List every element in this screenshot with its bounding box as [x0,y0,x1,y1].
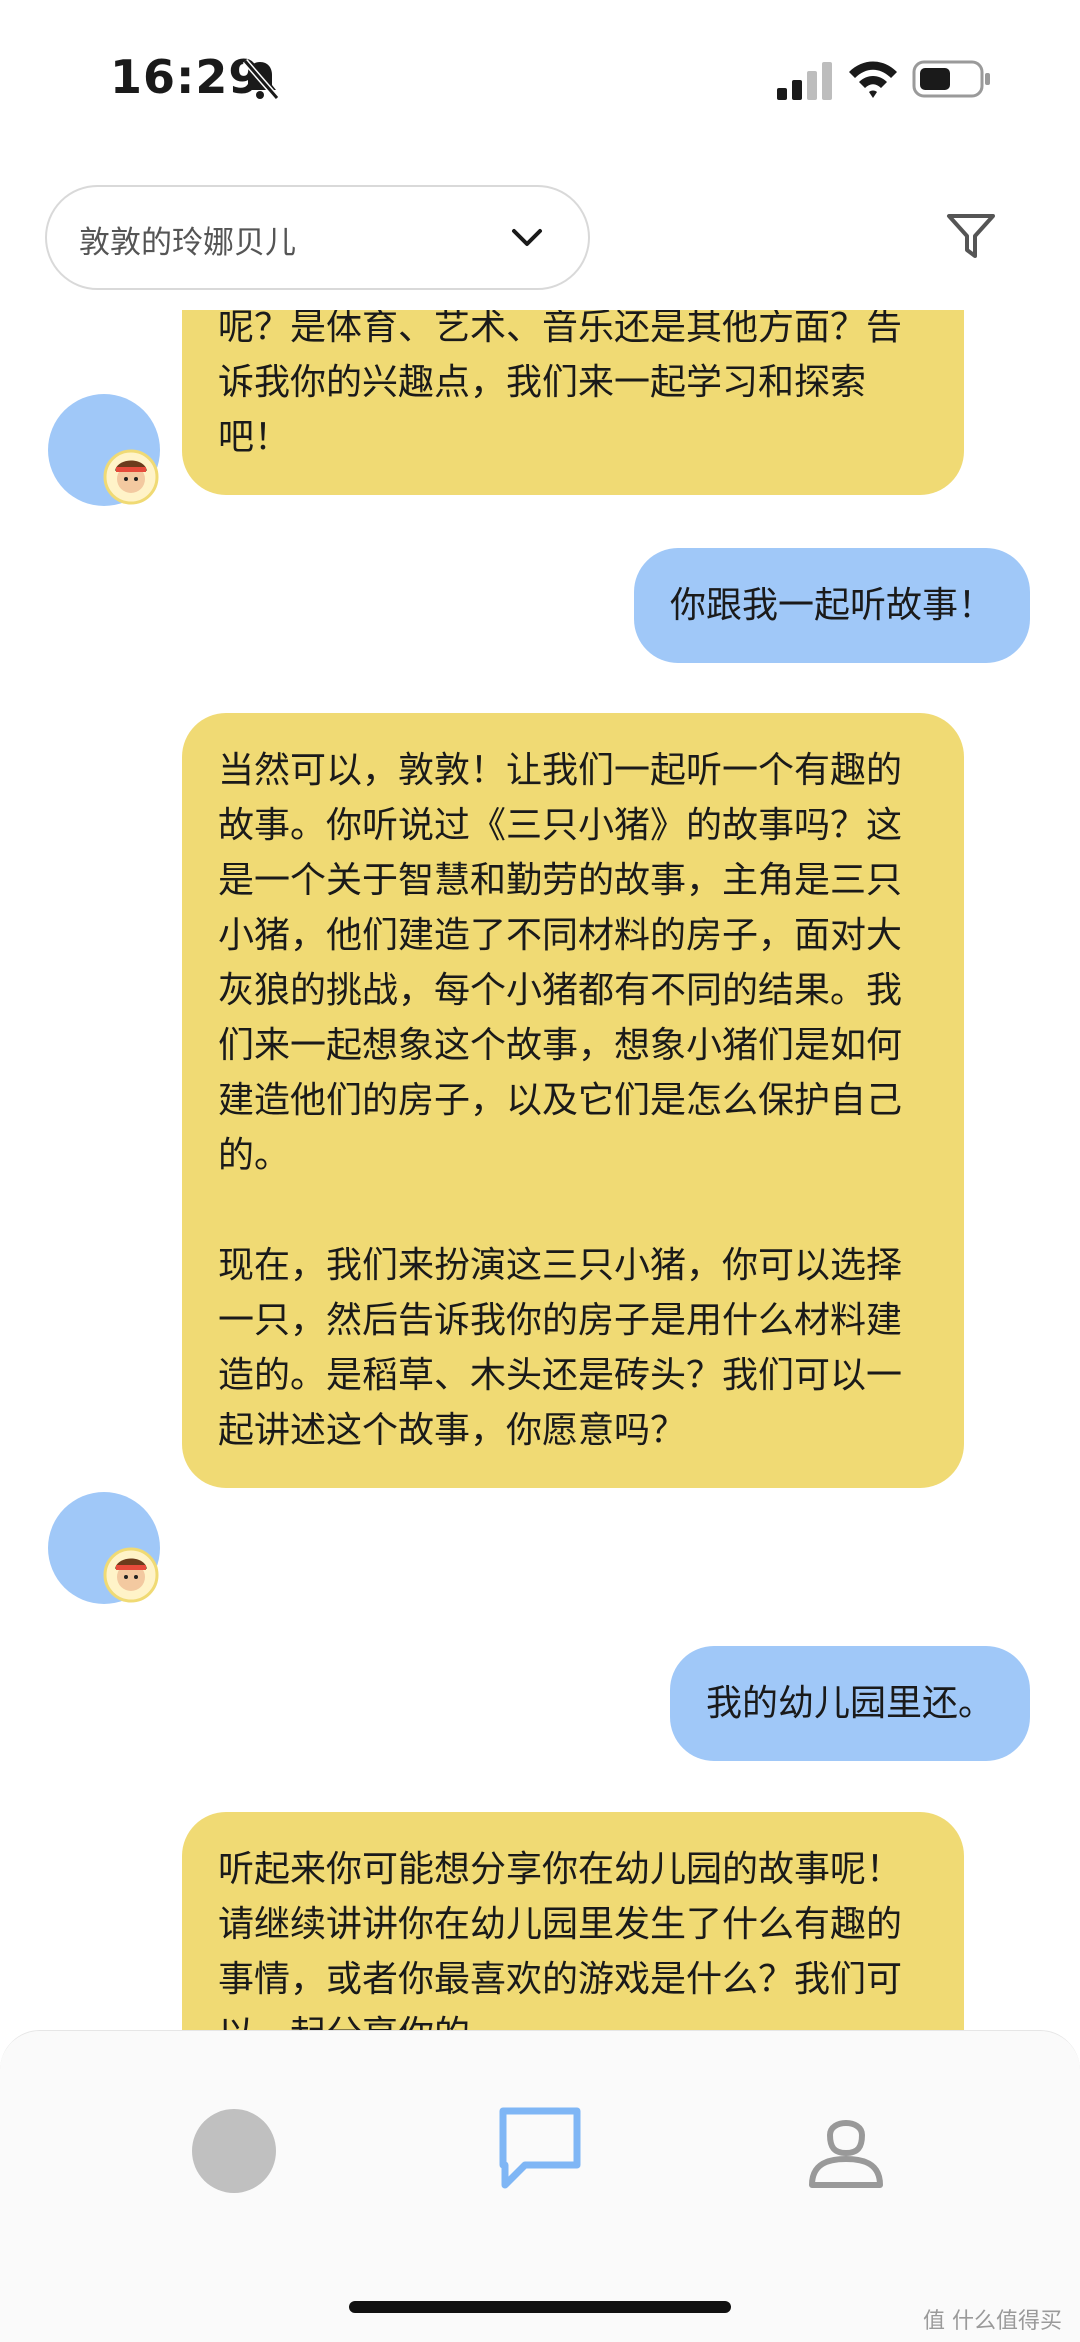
status-bar: 16:29 [0,0,1080,160]
chat-list[interactable]: 呢？是体育、艺术、音乐还是其他方面？告诉我你的兴趣点，我们来一起学习和探索吧！ … [0,310,1080,2030]
bot-avatar [48,394,160,506]
wifi-icon [849,61,897,98]
profile-dropdown[interactable]: 敦敦的玲娜贝儿 [45,185,590,290]
home-indicator[interactable] [349,2301,731,2313]
nav-home-button[interactable] [192,2109,276,2193]
bottom-nav: 值 什么值得买 [0,2030,1080,2342]
status-time: 16:29 [110,50,262,104]
user-message: 你跟我一起听故事！ [633,548,1030,663]
header: 敦敦的玲娜贝儿 [0,170,1080,310]
bell-slash-icon [242,59,280,100]
filter-icon[interactable] [945,210,997,262]
avatar-face-icon [103,1547,159,1603]
chevron-down-icon [512,229,542,246]
battery-icon [912,60,990,98]
profile-name: 敦敦的玲娜贝儿 [79,225,296,261]
bot-message: 呢？是体育、艺术、音乐还是其他方面？告诉我你的兴趣点，我们来一起学习和探索吧！ [182,310,964,495]
bot-message: 当然可以，敦敦！让我们一起听一个有趣的故事。你听说过《三只小猪》的故事吗？这是一… [182,713,964,1488]
bot-avatar [48,1492,160,1604]
chat-icon[interactable] [495,2103,585,2193]
signal-icon [777,62,832,100]
user-icon[interactable] [806,2105,886,2191]
watermark: 值 什么值得买 [923,2309,1062,2334]
avatar-face-icon [103,449,159,505]
bot-message: 听起来你可能想分享你在幼儿园的故事呢！请继续讲讲你在幼儿园里发生了什么有趣的事情… [182,1812,964,2030]
user-message: 我的幼儿园里还。 [669,1646,1030,1761]
